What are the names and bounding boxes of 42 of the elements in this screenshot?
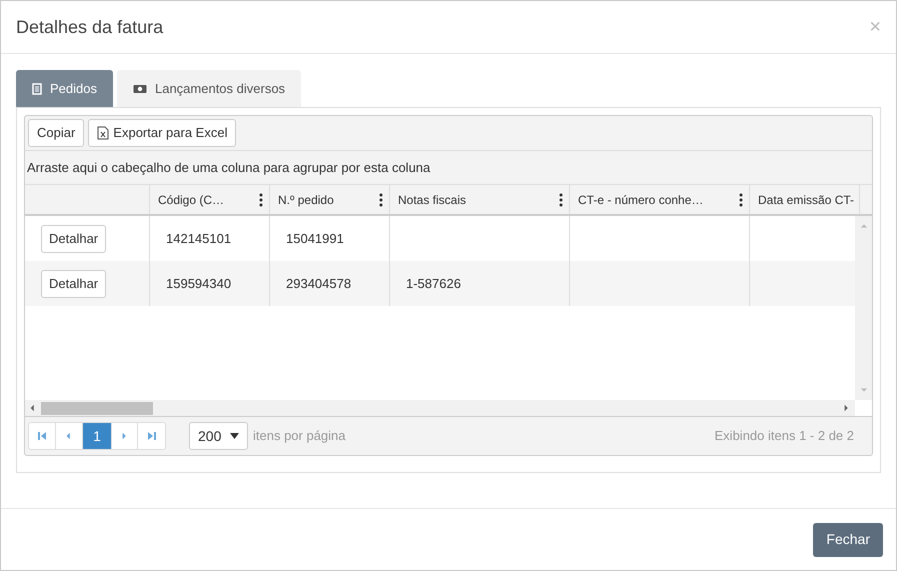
column-header[interactable]: CT-e - número conhe… <box>570 185 750 214</box>
next-icon[interactable] <box>120 432 128 440</box>
scroll-up-icon[interactable] <box>860 222 868 230</box>
table-cell-text: 293404578 <box>286 274 352 293</box>
group-hint: Arraste aqui o cabeçalho de uma coluna para agrupar por esta coluna <box>26 158 430 177</box>
table-cell-text: 1-587626 <box>406 274 461 293</box>
toolbar-button[interactable]: Copiar <box>28 119 84 147</box>
banknote-icon <box>132 84 147 94</box>
toolbar-button[interactable]: Exportar para Excel <box>88 119 236 147</box>
column-header[interactable]: Código (C… <box>150 185 270 214</box>
details-button[interactable]: Detalhar <box>41 270 106 298</box>
caret-icon <box>230 433 239 439</box>
details-button[interactable]: Detalhar <box>41 224 106 252</box>
scroll-left-icon[interactable] <box>29 404 37 412</box>
tab[interactable]: Pedidos <box>16 70 113 107</box>
scrollbar-thumb[interactable] <box>41 402 153 414</box>
page-size-dropdown[interactable]: 200 <box>189 422 248 450</box>
pager-summary: Exibindo itens 1 - 2 de 2 <box>714 427 854 446</box>
table-cell-text: 142145101 <box>166 230 232 248</box>
previous-icon[interactable] <box>65 432 73 440</box>
excel-file-icon <box>97 126 110 140</box>
last-page-icon <box>147 432 156 440</box>
document-icon <box>32 82 42 94</box>
column-header[interactable]: N.º pedido <box>270 185 390 214</box>
page-size-label: itens por página <box>253 427 346 446</box>
column-menu-icon[interactable] <box>739 192 743 206</box>
dialog-title: Detalhes da fatura <box>16 16 164 38</box>
tab[interactable]: Lançamentos diversos <box>116 70 302 107</box>
scroll-down-icon[interactable] <box>860 386 868 394</box>
column-menu-icon[interactable] <box>379 192 383 206</box>
horizontal-scrollbar[interactable] <box>25 400 855 416</box>
first-page-icon <box>38 432 46 440</box>
column-header[interactable]: Data emissão CT- <box>750 185 860 214</box>
column-header[interactable]: Notas fiscais <box>390 185 570 214</box>
table-cell-text: 15041991 <box>286 230 344 248</box>
next-page-button[interactable] <box>111 423 138 449</box>
close-dialog-button[interactable]: Fechar <box>813 522 883 556</box>
page-button[interactable]: 1 <box>83 423 111 449</box>
table-cell-text: 159594340 <box>166 274 232 293</box>
vertical-scrollbar[interactable] <box>855 216 872 400</box>
column-menu-icon[interactable] <box>259 192 263 206</box>
column-menu-icon[interactable] <box>559 192 563 206</box>
